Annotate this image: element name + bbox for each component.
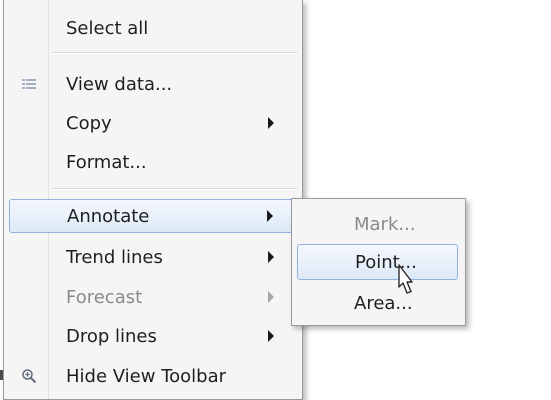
menu-item-label: Select all <box>66 17 149 39</box>
submenu-item-point[interactable]: Point... <box>297 244 458 280</box>
menu-item-trend-lines[interactable]: Trend lines <box>7 241 299 273</box>
menu-item-label: Drop lines <box>66 325 157 347</box>
mouse-pointer-icon <box>398 264 413 294</box>
submenu-arrow-icon <box>268 117 274 129</box>
submenu-item-area[interactable]: Area... <box>295 287 462 319</box>
submenu-arrow-icon <box>267 210 273 222</box>
menu-item-forecast: Forecast <box>7 281 299 313</box>
menu-separator <box>52 188 298 190</box>
background-edge <box>0 370 3 380</box>
menu-item-annotate[interactable]: Annotate <box>9 199 298 233</box>
annotate-submenu: Mark... Point... Area... <box>291 198 466 326</box>
menu-item-view-data[interactable]: View data... <box>7 68 299 100</box>
menu-item-label: Annotate <box>67 205 150 227</box>
menu-separator <box>52 52 298 54</box>
menu-item-hide-view-toolbar[interactable]: Hide View Toolbar <box>7 360 299 392</box>
menu-item-label: View data... <box>66 73 173 95</box>
menu-item-label: Format... <box>66 151 147 173</box>
menu-item-label: Mark... <box>354 213 416 235</box>
menu-item-label: Forecast <box>66 286 143 308</box>
menu-item-label: Trend lines <box>66 246 163 268</box>
menu-item-label: Hide View Toolbar <box>66 365 227 387</box>
table-icon <box>22 79 36 89</box>
menu-item-label: Copy <box>66 112 112 134</box>
submenu-arrow-icon <box>268 330 274 342</box>
menu-item-format[interactable]: Format... <box>7 146 299 178</box>
submenu-arrow-icon <box>268 291 274 303</box>
zoom-icon <box>22 369 37 384</box>
menu-item-copy[interactable]: Copy <box>7 107 299 139</box>
submenu-item-mark: Mark... <box>295 208 462 240</box>
menu-item-select-all[interactable]: Select all <box>7 12 299 44</box>
submenu-arrow-icon <box>268 251 274 263</box>
context-menu: Select all View data... Copy Format... A… <box>3 0 303 400</box>
menu-item-drop-lines[interactable]: Drop lines <box>7 320 299 352</box>
